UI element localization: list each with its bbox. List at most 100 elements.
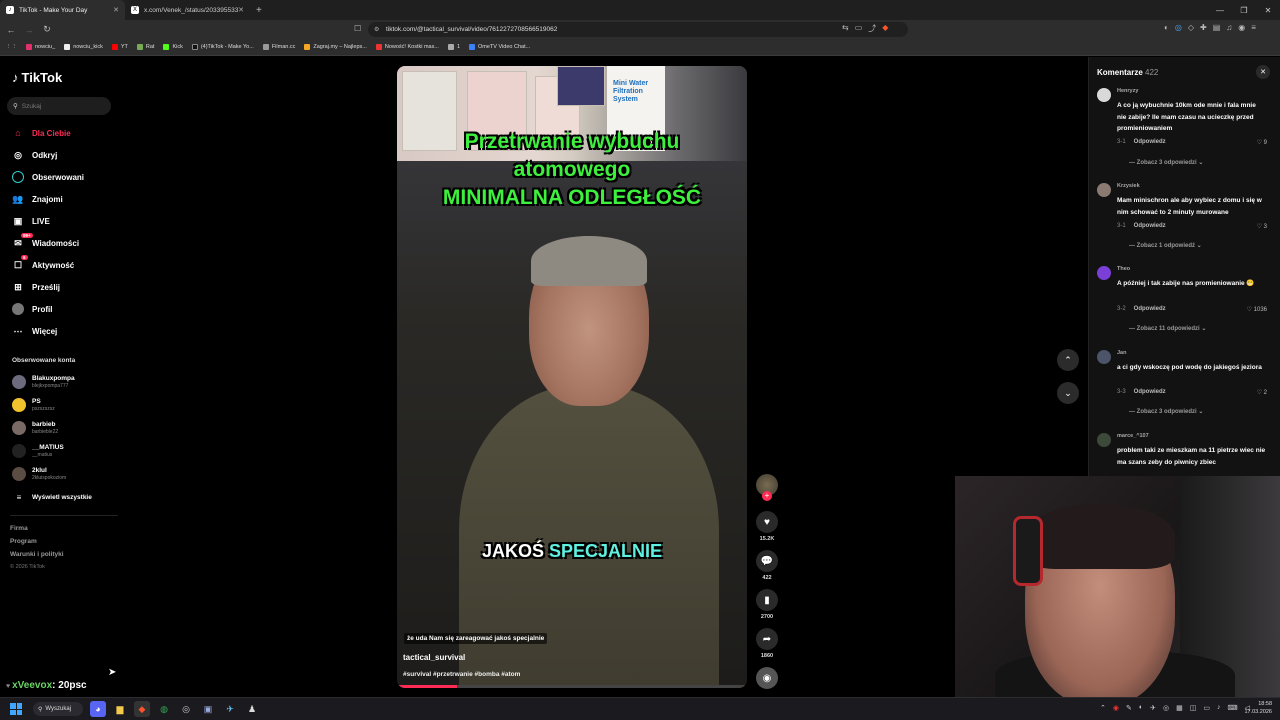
sidebar-item-live[interactable]: ▣ LIVE <box>12 215 50 227</box>
bookmark-item[interactable]: Filman.cc <box>262 44 295 50</box>
follow-plus-icon[interactable]: + <box>762 491 772 501</box>
followed-account[interactable]: PS pszszszsz <box>12 398 55 412</box>
bookmark-item[interactable]: YT <box>111 44 128 50</box>
bookmark-item[interactable]: nowciu_kick <box>64 44 103 50</box>
obs-icon[interactable]: ◎ <box>178 701 194 717</box>
chevron-up-icon[interactable]: ⌃ <box>1100 704 1106 712</box>
followed-account[interactable]: barbieb barbieble22 <box>12 421 58 435</box>
followed-account[interactable]: __MATIUS __matius <box>12 444 64 458</box>
tray-icon[interactable]: ◫ <box>1190 704 1197 712</box>
comment-button[interactable]: 💬 422 <box>755 550 779 581</box>
avatar[interactable] <box>1097 350 1111 364</box>
sidebar-item-explore[interactable]: ◎ Odkryj <box>12 149 57 161</box>
reply-button[interactable]: Odpowiedz <box>1134 223 1166 229</box>
menu-icon[interactable]: ≡ <box>1251 23 1256 32</box>
footer-link[interactable]: Firma <box>10 525 28 532</box>
close-comments-button[interactable]: ✕ <box>1256 65 1270 79</box>
view-replies-button[interactable]: — Zobacz 3 odpowiedzi ⌄ <box>1129 408 1203 415</box>
sidebar-item-more[interactable]: ⋯ Więcej <box>12 325 58 337</box>
sidebar-icon[interactable]: ▤ <box>1213 23 1221 32</box>
sidebar-item-following[interactable]: Obserwowani <box>12 171 84 183</box>
reply-button[interactable]: Odpowiedz <box>1134 389 1166 395</box>
tab-tiktok[interactable]: ♪ TikTok - Make Your Day ✕ <box>0 0 125 20</box>
video-hashtags[interactable]: #survival #przetrwanie #bomba #atom <box>403 671 520 678</box>
translate-icon[interactable]: ⇆ <box>842 23 849 34</box>
battery-icon[interactable]: ▭ <box>1203 704 1210 712</box>
bookmark-item[interactable]: OmeTV Video Chat... <box>469 44 530 50</box>
app-icon[interactable]: ▣ <box>200 701 216 717</box>
comment-like-button[interactable]: ♡ 3 <box>1257 223 1267 230</box>
sidebar-item-activity[interactable]: ☐ 6 Aktywność <box>12 255 74 271</box>
tiktok-logo[interactable]: ♪ TikTok <box>12 70 62 85</box>
bookmark-item[interactable]: Rat <box>136 44 154 50</box>
chrome-icon[interactable]: ◍ <box>156 701 172 717</box>
reply-button[interactable]: Odpowiedz <box>1134 139 1166 145</box>
share-icon[interactable]: ⤴ <box>868 23 876 34</box>
brave-icon[interactable]: ◆ <box>134 701 150 717</box>
cast-icon[interactable]: ▭ <box>855 23 863 34</box>
view-replies-button[interactable]: — Zobacz 3 odpowiedzi ⌄ <box>1129 159 1203 166</box>
music-disc[interactable]: ◉ <box>755 667 779 689</box>
sidebar-item-friends[interactable]: 👥 Znajomi <box>12 193 62 205</box>
avatar[interactable] <box>1097 88 1111 102</box>
back-icon[interactable]: ← <box>4 25 18 35</box>
forward-icon[interactable]: → <box>22 25 36 35</box>
sidebar-item-upload[interactable]: ⊞ Prześlij <box>12 281 60 293</box>
mic-icon[interactable]: ♪ <box>1217 704 1221 712</box>
bookmark-item[interactable]: 1 <box>447 44 460 50</box>
reload-icon[interactable]: ↻ <box>40 24 54 35</box>
extension-icon[interactable]: ◇ <box>1188 23 1194 32</box>
sidebar-item-messages[interactable]: ✉ 99+ Wiadomości <box>12 233 79 249</box>
brave-shield-icon[interactable]: ◆ <box>882 23 888 34</box>
tray-icon[interactable]: ▦ <box>1176 704 1183 712</box>
tab-x[interactable]: X x.com/Venek_/status/203395533761 ✕ <box>125 0 250 20</box>
music-icon[interactable]: ♫ <box>1226 23 1232 32</box>
comment-like-button[interactable]: ♡ 9 <box>1257 139 1267 146</box>
bookmark-item[interactable]: (4)TikTok - Make Yo... <box>191 44 254 50</box>
sidebar-item-for-you[interactable]: ⌂ Dla Ciebie <box>12 127 70 139</box>
view-replies-button[interactable]: — Zobacz 1 odpowiedź ⌄ <box>1129 242 1202 249</box>
steam-icon[interactable]: ✈ <box>222 701 238 717</box>
share-button[interactable]: ➦ 1860 <box>755 628 779 659</box>
avatar[interactable] <box>1097 266 1111 280</box>
view-replies-button[interactable]: — Zobacz 11 odpowiedzi ⌄ <box>1129 325 1206 332</box>
next-video-button[interactable]: ⌄ <box>1057 382 1079 404</box>
comment-like-button[interactable]: ♡ 1036 <box>1247 306 1267 313</box>
bookmark-item[interactable]: Zagraj.my – Najleps... <box>304 44 367 50</box>
windows-start-icon[interactable] <box>10 703 22 715</box>
sidebar-item-profile[interactable]: Profil <box>12 303 52 315</box>
previous-video-button[interactable]: ⌃ <box>1057 349 1079 371</box>
tray-icon[interactable]: ◎ <box>1163 704 1169 712</box>
maximize-icon[interactable]: ❐ <box>1232 0 1256 20</box>
extension-icon[interactable]: ◐ <box>1164 23 1169 32</box>
address-bar[interactable]: ⚙ tiktok.com/@tactical_survival/video/76… <box>368 22 908 37</box>
close-tab-icon[interactable]: ✕ <box>113 6 119 14</box>
comment-like-button[interactable]: ♡ 2 <box>1257 389 1267 396</box>
clock[interactable]: 18:58 17.03.2026 <box>1244 700 1272 716</box>
footer-link[interactable]: Program <box>10 538 37 545</box>
save-button[interactable]: ▮ 2700 <box>755 589 779 620</box>
search-input[interactable]: ⚲ Szukaj <box>7 97 111 115</box>
avatar[interactable] <box>1097 183 1111 197</box>
apps-icon[interactable]: ⋮⋮ <box>6 44 17 50</box>
site-info-icon[interactable]: ⚙ <box>374 26 379 33</box>
bookmark-item[interactable]: Nowość! Kostki mas... <box>375 44 439 50</box>
steam-icon[interactable]: ✈ <box>1150 704 1156 712</box>
extension-icon[interactable]: ◎ <box>1175 23 1182 32</box>
bookmark-icon[interactable]: ☐ <box>354 24 361 33</box>
like-button[interactable]: ♥ 15.2K <box>755 511 779 542</box>
taskbar-search[interactable]: ⚲ Wyszukaj <box>33 702 83 716</box>
tray-icon[interactable]: ◉ <box>1113 704 1119 712</box>
reply-button[interactable]: Odpowiedz <box>1134 306 1166 312</box>
new-tab-button[interactable]: + <box>256 5 262 16</box>
followed-account[interactable]: Blakuxpompa blejkxpompa777 <box>12 375 75 389</box>
close-window-icon[interactable]: ✕ <box>1256 0 1280 20</box>
puzzle-icon[interactable]: ✚ <box>1200 23 1207 32</box>
bookmark-item[interactable]: Kick <box>163 44 183 50</box>
followed-account[interactable]: 2klul 2kluispokoziom <box>12 467 66 481</box>
footer-link[interactable]: Warunki i polityki <box>10 551 64 558</box>
video-player[interactable]: Mini Water Filtration System Przetrwanie… <box>397 66 747 688</box>
app-icon[interactable]: ♟ <box>244 701 260 717</box>
show-all-button[interactable]: ≡ Wyświetl wszystkie <box>12 493 92 502</box>
bookmark-item[interactable]: nowciu_ <box>26 44 55 50</box>
